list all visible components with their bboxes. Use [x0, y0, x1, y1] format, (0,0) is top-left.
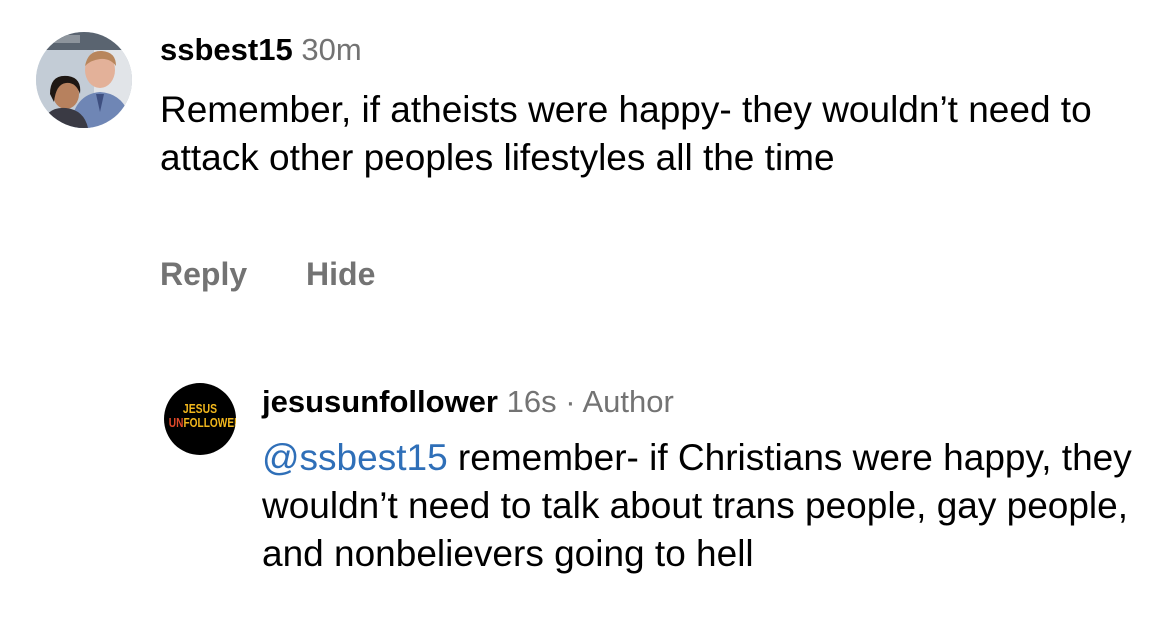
comment-header: ssbest15 30m [160, 26, 362, 74]
logo-text-top: JESUS [182, 401, 218, 416]
logo-text-un: UN [168, 415, 184, 430]
author-badge: Author [582, 384, 674, 419]
reply-timestamp: 16s [506, 384, 557, 419]
comment-timestamp: 30m [301, 32, 362, 67]
separator-dot: · [565, 384, 576, 419]
reply-avatar[interactable]: JESUS UNFOLLOWER [164, 383, 236, 455]
mention-link[interactable]: @ssbest15 [262, 437, 448, 478]
comment-text: Remember, if atheists were happy- they w… [160, 89, 1092, 178]
reply-username[interactable]: jesusunfollower [262, 384, 498, 419]
comment-username[interactable]: ssbest15 [160, 32, 293, 67]
reply-header: jesusunfollower 16s · Author [262, 378, 674, 426]
logo-text-bottom: UNFOLLOWER [168, 415, 236, 430]
comment: ssbest15 30m Remember, if atheists were … [0, 0, 1159, 310]
hide-button[interactable]: Hide [306, 252, 375, 296]
reply-text-block: @ssbest15 remember- if Christians were h… [262, 434, 1142, 578]
logo-text-follower: FOLLOWER [183, 415, 236, 430]
reply-button[interactable]: Reply [160, 252, 247, 296]
avatar[interactable] [36, 32, 132, 128]
profile-photo-icon [36, 32, 132, 128]
comment-actions: Reply Hide [160, 252, 375, 296]
